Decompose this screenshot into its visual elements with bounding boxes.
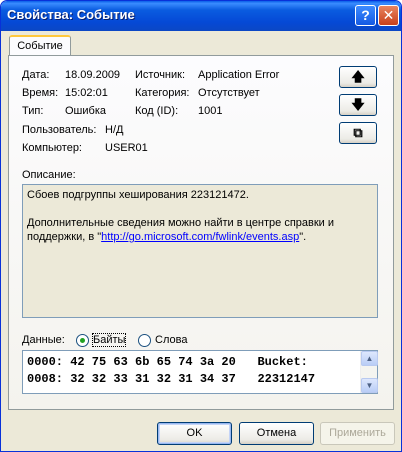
- user-value: Н/Д: [105, 124, 124, 136]
- description-label: Описание:: [22, 169, 76, 181]
- copy-event-button[interactable]: ⧉: [339, 122, 377, 144]
- description-line-2: Дополнительные сведения можно найти в це…: [27, 216, 373, 244]
- type-label: Тип:: [22, 105, 44, 117]
- window-title: Свойства: Событие: [7, 7, 135, 22]
- computer-label: Компьютер:: [22, 142, 82, 154]
- ok-button[interactable]: OK: [157, 422, 232, 445]
- tab-event[interactable]: Событие: [9, 35, 71, 57]
- arrow-up-icon: 🡅: [351, 69, 365, 84]
- eventid-value: 1001: [198, 105, 223, 117]
- category-label: Категория:: [135, 87, 190, 99]
- bytes-radio-label[interactable]: Байты: [91, 333, 127, 347]
- source-value: Application Error: [198, 69, 280, 81]
- user-label: Пользователь:: [22, 124, 97, 136]
- words-radio-label[interactable]: Слова: [155, 334, 187, 346]
- time-label: Время:: [22, 87, 59, 99]
- cancel-button[interactable]: Отмена: [239, 422, 314, 445]
- arrow-down-icon: 🡇: [351, 97, 365, 112]
- apply-button[interactable]: Применить: [320, 422, 395, 445]
- previous-event-button[interactable]: 🡅: [339, 66, 377, 88]
- close-button[interactable]: ✕: [378, 5, 399, 26]
- help-button[interactable]: ?: [355, 5, 376, 26]
- vertical-scrollbar[interactable]: ▲ ▼: [360, 351, 378, 393]
- hex-row: 0000: 42 75 63 6b 65 74 3a 20 Bucket:: [27, 355, 316, 369]
- computer-value: USER01: [105, 142, 148, 154]
- source-label: Источник:: [135, 69, 186, 81]
- scroll-up-icon[interactable]: ▲: [361, 351, 378, 366]
- description-textbox[interactable]: Сбоев подгруппы хеширования 223121472. Д…: [22, 184, 378, 318]
- type-value: Ошибка: [65, 105, 106, 117]
- help-link[interactable]: http://go.microsoft.com/fwlink/events.as…: [101, 231, 299, 243]
- category-value: Отсутствует: [198, 87, 260, 99]
- eventid-label: Код (ID):: [135, 105, 179, 117]
- scroll-down-icon[interactable]: ▼: [361, 378, 378, 393]
- hex-row: 0008: 32 32 33 31 32 31 34 37 22312147: [27, 372, 316, 386]
- next-event-button[interactable]: 🡇: [339, 94, 377, 116]
- date-value: 18.09.2009: [65, 69, 121, 81]
- description-line-2-suffix: ".: [299, 231, 307, 243]
- time-value: 15:02:01: [65, 87, 108, 99]
- data-hex-view[interactable]: 0000: 42 75 63 6b 65 74 3a 20 Bucket: 00…: [22, 350, 378, 394]
- bytes-radio[interactable]: [76, 334, 89, 347]
- title-bar: Свойства: Событие ? ✕: [1, 1, 401, 31]
- words-radio[interactable]: [138, 334, 151, 347]
- description-line-1: Сбоев подгруппы хеширования 223121472.: [27, 189, 249, 201]
- date-label: Дата:: [22, 69, 50, 81]
- copy-icon: ⧉: [353, 125, 363, 140]
- data-label: Данные:: [22, 334, 65, 346]
